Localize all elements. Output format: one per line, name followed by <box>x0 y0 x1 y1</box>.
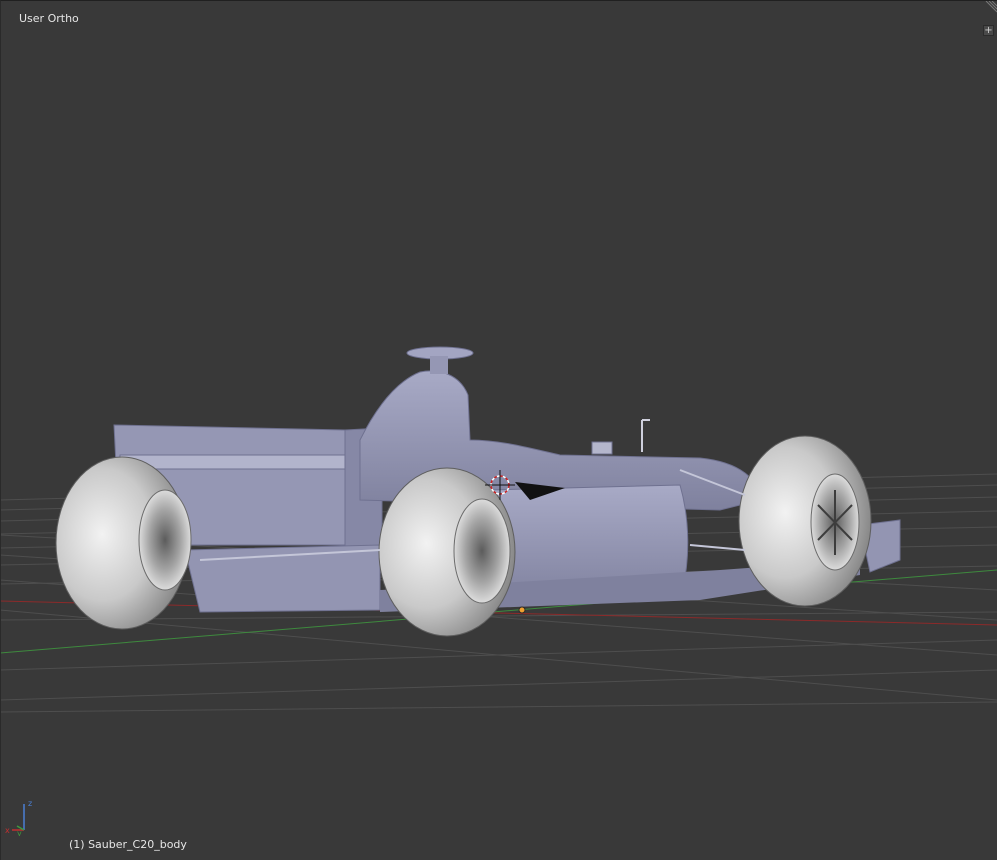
area-split-corner-icon[interactable] <box>983 0 997 14</box>
view-name-label: User Ortho <box>19 12 79 25</box>
rim-rear-left <box>138 489 192 591</box>
active-object-label: (1) Sauber_C20_body <box>69 838 187 851</box>
rear-wing-flap <box>119 454 346 470</box>
gizmo-x-label: x <box>5 826 10 835</box>
gizmo-z-label: z <box>28 799 32 808</box>
3d-viewport[interactable]: User Ortho + z x y (1) Sauber_C20_body <box>0 0 997 860</box>
mirror <box>591 441 613 455</box>
axis-gizmo: z x y <box>5 799 32 836</box>
plus-icon[interactable]: + <box>983 25 994 36</box>
sauber-c20-model[interactable] <box>55 346 901 637</box>
airbox-stem <box>430 356 448 374</box>
scene-canvas[interactable] <box>0 0 997 860</box>
rim-rear-right <box>453 498 511 604</box>
object-origin[interactable] <box>518 606 526 614</box>
gizmo-y-label: y <box>17 829 22 836</box>
